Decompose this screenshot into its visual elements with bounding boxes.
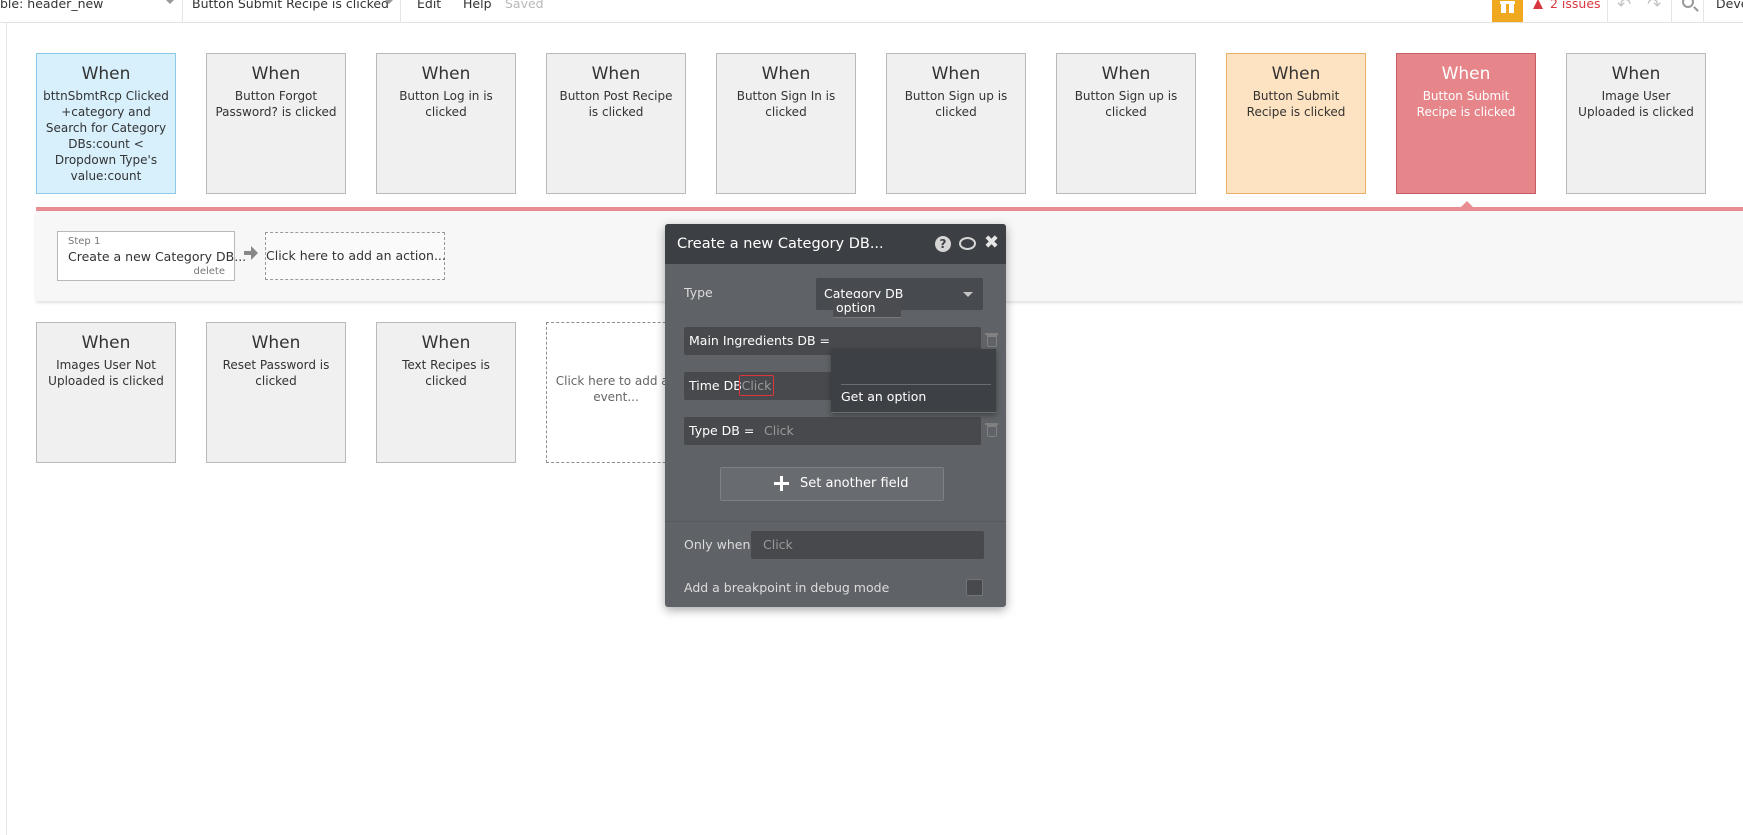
divider bbox=[665, 521, 1006, 522]
chevron-down-icon[interactable] bbox=[384, 0, 394, 4]
field-label: Type DB = bbox=[689, 423, 755, 438]
field-row[interactable]: Type DB = Click bbox=[684, 417, 981, 445]
menu-edit[interactable]: Edit bbox=[417, 0, 441, 14]
event-description: Button Sign In is clicked bbox=[736, 89, 836, 119]
only-when-value: Click bbox=[763, 537, 793, 552]
event-dropdown[interactable]: Button Submit Recipe is clicked bbox=[192, 0, 389, 14]
undo-icon[interactable]: ↶ bbox=[1617, 0, 1631, 14]
event-when: When bbox=[81, 64, 131, 84]
event-description: Button Forgot Password? is clicked bbox=[215, 89, 337, 119]
saved-status: Saved bbox=[505, 0, 544, 11]
field-label: Time DB bbox=[689, 378, 742, 393]
only-when-label: Only when bbox=[684, 537, 751, 552]
event-card[interactable]: When Button Sign In is clicked bbox=[716, 53, 856, 194]
event-when: When bbox=[1611, 64, 1661, 84]
trash-icon[interactable] bbox=[985, 423, 998, 437]
chevron-down-icon[interactable] bbox=[165, 0, 175, 4]
issues-label: 2 issues bbox=[1550, 0, 1601, 11]
gift-icon[interactable] bbox=[1492, 0, 1523, 22]
time-db-value-input[interactable]: Click bbox=[739, 375, 774, 396]
panel-title: Create a new Category DB... bbox=[677, 236, 884, 252]
breakpoint-label: Add a breakpoint in debug mode bbox=[684, 580, 890, 595]
event-card[interactable]: When Images User Not Uploaded is clicked bbox=[36, 322, 176, 463]
event-description: Button Sign up is clicked bbox=[904, 89, 1008, 119]
divider bbox=[1671, 0, 1672, 22]
menu-help[interactable]: Help bbox=[463, 0, 492, 14]
canvas-left-edge bbox=[6, 23, 7, 835]
divider bbox=[1607, 0, 1608, 22]
step-delete-link[interactable]: delete bbox=[193, 266, 225, 277]
chevron-down-icon bbox=[963, 292, 973, 297]
event-card[interactable]: When Button Submit Recipe is clicked bbox=[1226, 53, 1366, 194]
panel-header[interactable]: Create a new Category DB... ? ✖ bbox=[665, 224, 1006, 264]
event-when: When bbox=[931, 64, 981, 84]
event-description: Text Recipes is clicked bbox=[402, 358, 490, 388]
mode-dropdown[interactable]: Deve bbox=[1716, 0, 1743, 14]
set-another-field-label: Set another field bbox=[800, 476, 909, 491]
dropdown-option-get-an-option[interactable]: Get an option bbox=[841, 389, 926, 404]
event-when: When bbox=[251, 333, 301, 353]
action-editor-panel: Create a new Category DB... ? ✖ Type Cat… bbox=[665, 224, 1006, 607]
divider bbox=[841, 384, 991, 385]
add-action-button[interactable]: Click here to add an action... bbox=[265, 232, 446, 280]
event-description: Button Log in is clicked bbox=[399, 89, 493, 119]
help-icon[interactable]: ? bbox=[935, 236, 951, 252]
event-when: When bbox=[761, 64, 811, 84]
trash-icon[interactable] bbox=[985, 333, 998, 347]
event-card[interactable]: When Button Sign up is clicked bbox=[1056, 53, 1196, 194]
close-icon[interactable]: ✖ bbox=[984, 233, 999, 253]
event-card[interactable]: When bttnSbmtRcp Clicked +category and S… bbox=[36, 53, 176, 194]
event-when: When bbox=[1271, 64, 1321, 84]
redo-icon[interactable]: ↷ bbox=[1647, 0, 1661, 14]
step-number: Step 1 bbox=[68, 236, 101, 247]
event-when: When bbox=[81, 333, 131, 353]
breakpoint-checkbox[interactable] bbox=[966, 579, 983, 596]
event-description: Image User Uploaded is clicked bbox=[1578, 89, 1694, 119]
only-when-input[interactable]: Click bbox=[751, 531, 984, 559]
event-when: When bbox=[591, 64, 641, 84]
event-card[interactable]: When Image User Uploaded is clicked bbox=[1566, 53, 1706, 194]
event-description: Images User Not Uploaded is clicked bbox=[48, 358, 164, 388]
warning-icon bbox=[1533, 0, 1543, 9]
event-when: When bbox=[251, 64, 301, 84]
event-when: When bbox=[1441, 64, 1491, 84]
event-card[interactable]: When Button Log in is clicked bbox=[376, 53, 516, 194]
expression-dropdown: Get an option bbox=[831, 349, 996, 413]
event-description: bttnSbmtRcp Clicked +category and Search… bbox=[43, 89, 169, 183]
event-card[interactable]: When Button Forgot Password? is clicked bbox=[206, 53, 346, 194]
plus-icon bbox=[774, 476, 789, 491]
search-icon[interactable] bbox=[1682, 0, 1694, 8]
issues-button[interactable]: 2 issues bbox=[1533, 0, 1601, 14]
divider bbox=[831, 412, 996, 413]
event-card[interactable]: When Button Post Recipe is clicked bbox=[546, 53, 686, 194]
event-card[interactable]: When Button Sign up is clicked bbox=[886, 53, 1026, 194]
field-value[interactable]: Click bbox=[764, 417, 794, 445]
event-card-selected[interactable]: When Button Submit Recipe is clicked bbox=[1396, 53, 1536, 194]
divider bbox=[182, 0, 183, 22]
type-label: Type bbox=[684, 285, 713, 300]
page-dropdown[interactable]: ble: header_new bbox=[0, 0, 103, 14]
set-another-field-button[interactable]: Set another field bbox=[720, 467, 944, 501]
top-toolbar: ble: header_new Button Submit Recipe is … bbox=[0, 0, 1743, 23]
main-ingredients-value-input[interactable]: option bbox=[833, 298, 901, 318]
event-card[interactable]: When Text Recipes is clicked bbox=[376, 322, 516, 463]
event-description: Reset Password is clicked bbox=[222, 358, 330, 388]
event-when: When bbox=[1101, 64, 1151, 84]
event-description: Button Post Recipe is clicked bbox=[559, 89, 673, 119]
divider bbox=[400, 0, 401, 22]
field-label: Main Ingredients DB = bbox=[689, 333, 830, 348]
event-description: Button Submit Recipe is clicked bbox=[1416, 89, 1516, 119]
step-title: Create a new Category DB... bbox=[68, 249, 247, 264]
event-description: Button Sign up is clicked bbox=[1074, 89, 1178, 119]
divider bbox=[1703, 0, 1704, 22]
event-when: When bbox=[421, 64, 471, 84]
workflow-step[interactable]: Step 1 Create a new Category DB... delet… bbox=[57, 231, 246, 281]
event-card[interactable]: When Reset Password is clicked bbox=[206, 322, 346, 463]
event-when: When bbox=[421, 333, 471, 353]
arrow-right-icon bbox=[244, 246, 258, 260]
event-description: Button Submit Recipe is clicked bbox=[1246, 89, 1346, 119]
comment-icon[interactable] bbox=[959, 237, 976, 250]
